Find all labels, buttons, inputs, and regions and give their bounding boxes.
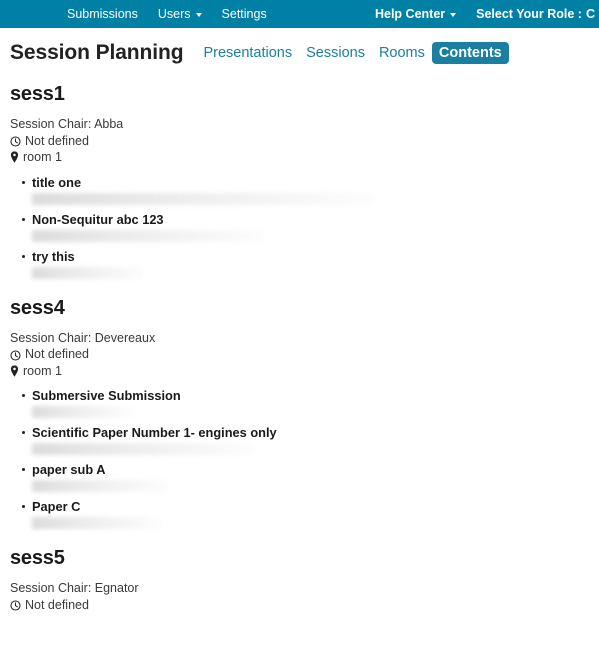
session-time-text: Not defined (25, 597, 89, 612)
session-title: sess4 (10, 296, 65, 319)
paper-list-item[interactable]: title one (22, 174, 599, 205)
nav-item-submissions-label: Submissions (67, 7, 138, 21)
session-title: sess1 (10, 83, 65, 105)
paper-authors-redacted (32, 517, 162, 529)
paper-title: Paper C (32, 499, 81, 514)
chevron-down-icon (195, 13, 202, 17)
paper-authors-redacted (32, 443, 254, 455)
session-chair-text: Session Chair: Devereaux (10, 330, 156, 345)
tab-sessions[interactable]: Sessions (299, 42, 372, 64)
session-room-line: room 1 (10, 363, 599, 380)
top-nav-right-group: Help Center Select Your Role : C (365, 0, 599, 28)
top-nav-left-group: Submissions Users Settings (57, 0, 277, 28)
nav-item-settings[interactable]: Settings (212, 0, 277, 28)
nav-item-settings-label: Settings (221, 7, 267, 21)
nav-item-submissions[interactable]: Submissions (57, 0, 148, 28)
paper-title: Non-Sequitur abc 123 (32, 211, 164, 227)
clock-icon (10, 135, 21, 147)
paper-authors-redacted (32, 480, 168, 492)
session-chair-text: Session Chair: Egnator (10, 581, 139, 595)
session-time-line: Not defined (10, 133, 599, 150)
paper-list-item[interactable]: Scientific Paper Number 1- engines only (22, 425, 599, 455)
session-title: sess5 (10, 547, 65, 569)
session-block: sess4 Session Chair: Devereaux Not defin… (10, 296, 599, 529)
paper-list-item[interactable]: try this (22, 248, 599, 279)
top-navigation-bar: Submissions Users Settings Help Center S… (0, 0, 599, 28)
session-block: sess1 Session Chair: Abba Not defined ro… (10, 83, 599, 279)
session-room-text: room 1 (23, 363, 62, 378)
select-your-role-label: Select Your Role : (476, 7, 582, 21)
select-your-role-value[interactable]: C (586, 0, 597, 28)
session-block: sess5 Session Chair: Egnator Not defined (10, 547, 599, 613)
paper-list: Submersive Submission Scientific Paper N… (10, 388, 599, 529)
paper-list-item[interactable]: Submersive Submission (22, 388, 599, 418)
paper-authors-redacted (32, 406, 132, 418)
section-tabs: Presentations Sessions Rooms Contents (196, 42, 509, 64)
session-chair-line: Session Chair: Abba (10, 116, 599, 133)
session-meta: Session Chair: Egnator Not defined (10, 580, 599, 613)
tab-contents[interactable]: Contents (431, 42, 509, 64)
paper-authors-redacted (32, 192, 374, 205)
paper-list-item[interactable]: Non-Sequitur abc 123 (22, 211, 599, 242)
session-meta: Session Chair: Abba Not defined room 1 (10, 116, 599, 166)
session-chair-text: Session Chair: Abba (10, 117, 124, 131)
map-pin-icon (10, 151, 19, 163)
clock-icon (10, 599, 21, 611)
nav-item-users[interactable]: Users (148, 0, 212, 28)
paper-title: paper sub A (32, 462, 106, 477)
paper-title: title one (32, 174, 82, 190)
session-chair-line: Session Chair: Egnator (10, 580, 599, 597)
paper-authors-redacted (32, 229, 264, 242)
session-contents-list: sess1 Session Chair: Abba Not defined ro… (0, 83, 599, 613)
nav-item-help-center[interactable]: Help Center (365, 0, 466, 28)
nav-item-users-label: Users (157, 7, 191, 21)
tab-presentations[interactable]: Presentations (196, 42, 299, 64)
page-title: Session Planning (10, 41, 184, 64)
paper-list-item[interactable]: Paper C (22, 499, 599, 529)
session-room-text: room 1 (23, 150, 62, 164)
page-header: Session Planning Presentations Sessions … (0, 28, 599, 65)
tab-rooms[interactable]: Rooms (372, 42, 432, 64)
clock-icon (10, 349, 21, 361)
map-pin-icon (10, 365, 19, 377)
session-time-text: Not defined (25, 133, 89, 148)
paper-list: title one Non-Sequitur abc 123 try this (10, 175, 599, 279)
session-chair-line: Session Chair: Devereaux (10, 330, 599, 347)
nav-item-help-center-label: Help Center (374, 7, 446, 21)
paper-title: Submersive Submission (32, 388, 181, 403)
chevron-down-icon (450, 13, 457, 17)
paper-title: Scientific Paper Number 1- engines only (32, 425, 277, 440)
session-time-line: Not defined (10, 346, 599, 363)
session-time-line: Not defined (10, 597, 599, 614)
paper-title: try this (32, 248, 75, 264)
session-meta: Session Chair: Devereaux Not defined roo… (10, 330, 599, 380)
session-time-text: Not defined (25, 347, 89, 361)
session-room-line: room 1 (10, 149, 599, 166)
paper-authors-redacted (32, 266, 144, 279)
paper-list-item[interactable]: paper sub A (22, 462, 599, 492)
